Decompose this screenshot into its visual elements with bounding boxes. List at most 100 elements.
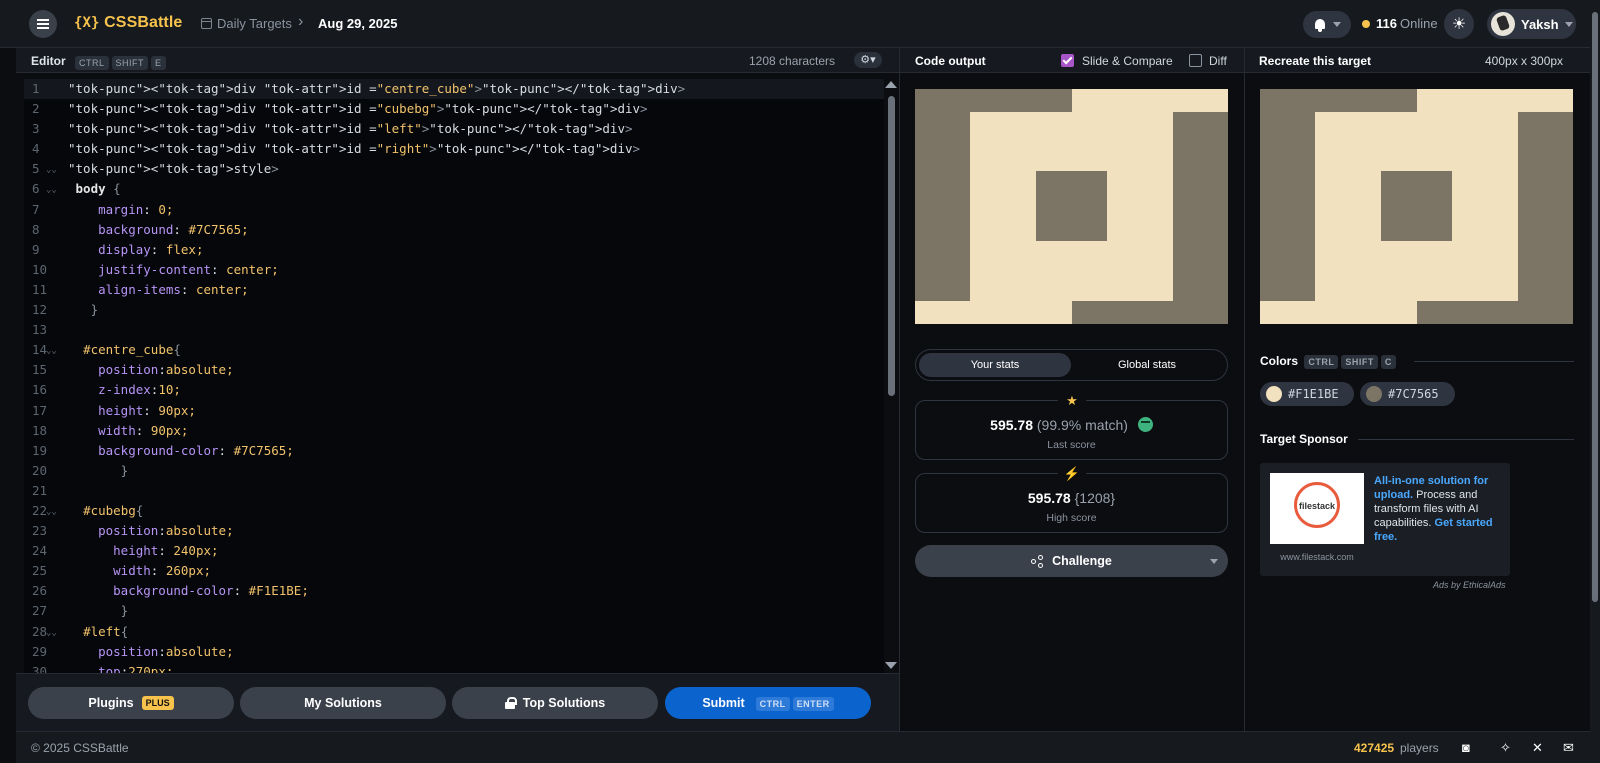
target-shape <box>1381 171 1452 241</box>
slide-compare-checkbox[interactable] <box>1061 54 1074 67</box>
challenge-button[interactable]: Challenge <box>915 545 1228 577</box>
x-icon[interactable]: ✕ <box>1532 740 1543 756</box>
line-number: 11 <box>32 281 48 297</box>
code-line[interactable]: 25 width: 260px; <box>24 561 884 581</box>
high-score-chars: {1208} <box>1074 490 1116 506</box>
line-number: 16 <box>32 382 48 398</box>
hamburger-menu-button[interactable] <box>29 10 57 38</box>
code-line[interactable]: 3 "tok-punc"><"tok-tag">div "tok-attr">id… <box>24 119 884 139</box>
fold-arrow-icon[interactable]: ⌄⌄ <box>46 502 57 522</box>
code-line[interactable]: 30 top:270px; <box>24 662 884 673</box>
code-line[interactable]: 26 background-color: #F1E1BE; <box>24 581 884 601</box>
code-line[interactable]: 21 <box>24 481 884 501</box>
code-line[interactable]: 11 align-items: center; <box>24 280 884 300</box>
ads-by-ethicalads[interactable]: Ads by EthicalAds <box>1433 580 1506 590</box>
code-line[interactable]: 18 width: 90px; <box>24 421 884 441</box>
code-text: z-index:10; <box>98 382 181 398</box>
fold-arrow-icon[interactable]: ⌄⌄ <box>46 160 57 180</box>
code-line[interactable]: 22 ⌄⌄ #cubebg{ <box>24 501 884 521</box>
code-line[interactable]: 28 ⌄⌄ #left{ <box>24 622 884 642</box>
code-line[interactable]: 29 position:absolute; <box>24 642 884 662</box>
code-line[interactable]: 9 display: flex; <box>24 240 884 260</box>
code-text: } <box>68 462 129 478</box>
submit-button[interactable]: Submit CTRL ENTER <box>665 687 871 719</box>
character-count: 1208 characters <box>749 54 836 68</box>
line-number: 3 <box>32 121 40 137</box>
sponsor-url[interactable]: www.filestack.com <box>1260 552 1374 562</box>
discord-icon[interactable]: ◙ <box>1462 740 1470 755</box>
mail-icon[interactable]: ✉ <box>1563 740 1574 756</box>
breadcrumb-daily-targets[interactable]: Daily Targets <box>217 16 292 31</box>
editor-settings-button[interactable]: ⚙▾ <box>854 52 882 68</box>
line-number: 7 <box>32 201 40 217</box>
code-line[interactable]: 13 <box>24 320 884 340</box>
code-line[interactable]: 1 "tok-punc"><"tok-tag">div "tok-attr">id… <box>24 79 884 100</box>
code-text: display: flex; <box>98 241 204 257</box>
chevron-down-icon[interactable] <box>1210 559 1218 564</box>
diff-checkbox[interactable] <box>1189 54 1202 67</box>
tab-global-stats[interactable]: Global stats <box>1071 353 1223 377</box>
code-text: margin: 0; <box>98 201 174 217</box>
code-text: width: 90px; <box>98 422 189 438</box>
code-line[interactable]: 2 "tok-punc"><"tok-tag">div "tok-attr">id… <box>24 99 884 119</box>
editor-footer: Plugins PLUS My Solutions Top Solutions … <box>16 673 899 731</box>
bluesky-icon[interactable]: ✧ <box>1500 740 1511 756</box>
high-score-value: 595.78 <box>1027 490 1071 506</box>
top-solutions-label: Top Solutions <box>522 696 606 710</box>
tab-your-stats[interactable]: Your stats <box>919 353 1071 377</box>
sponsor-ad[interactable]: filestack All-in-one solution for upload… <box>1260 463 1510 576</box>
color-chip-taupe[interactable]: #7C7565 <box>1360 382 1455 406</box>
code-line[interactable]: 5 ⌄⌄ "tok-punc"><"tok-tag">style> <box>24 159 884 179</box>
theme-toggle-button[interactable]: ☀ <box>1444 9 1474 39</box>
kbd-key: CTRL <box>1304 355 1339 369</box>
code-line[interactable]: 23 position:absolute; <box>24 521 884 541</box>
code-text: position:absolute; <box>98 362 234 378</box>
fold-arrow-icon[interactable]: ⌄⌄ <box>46 341 57 361</box>
code-text: "tok-punc"><"tok-tag">div "tok-attr">id … <box>68 81 686 96</box>
editor-toolbar: Editor CTRL SHIFT E 1208 characters ⚙▾ <box>16 48 899 73</box>
code-text: } <box>68 302 99 318</box>
kbd-key: CTRL <box>75 56 109 70</box>
notifications-button[interactable] <box>1303 11 1351 38</box>
code-output-preview[interactable] <box>915 89 1228 324</box>
editor-scrollbar-thumb[interactable] <box>888 96 895 396</box>
page-scrollbar-thumb[interactable] <box>1592 12 1598 602</box>
code-line[interactable]: 12 } <box>24 300 884 320</box>
code-line[interactable]: 7 margin: 0; <box>24 200 884 220</box>
code-line[interactable]: 20 } <box>24 461 884 481</box>
code-text: "tok-punc"><"tok-tag">div "tok-attr">id … <box>68 121 633 137</box>
last-score-match: (99.9% match) <box>1036 417 1128 433</box>
target-toolbar: Recreate this target 400px x 300px <box>1245 48 1600 73</box>
code-line[interactable]: 27 } <box>24 601 884 621</box>
page-footer: © 2025 CSSBattle 427425 players ◙ ✧ ✕ ✉ <box>16 731 1590 763</box>
my-solutions-button[interactable]: My Solutions <box>240 687 446 719</box>
challenge-label: Challenge <box>1052 554 1112 568</box>
code-line[interactable]: 17 height: 90px; <box>24 401 884 421</box>
code-line[interactable]: 6 ⌄⌄ body { <box>24 179 884 199</box>
code-line[interactable]: 16 z-index:10; <box>24 380 884 400</box>
top-solutions-button[interactable]: Top Solutions <box>452 687 658 719</box>
scroll-down-arrow-icon[interactable] <box>885 662 897 669</box>
color-hex: #F1E1BE <box>1288 387 1339 401</box>
last-score-value: 595.78 <box>990 417 1033 433</box>
code-line[interactable]: 24 height: 240px; <box>24 541 884 561</box>
online-status-dot <box>1362 20 1370 28</box>
code-line[interactable]: 10 justify-content: center; <box>24 260 884 280</box>
code-line[interactable]: 15 position:absolute; <box>24 360 884 380</box>
line-number: 30 <box>32 663 48 673</box>
code-line[interactable]: 19 background-color: #7C7565; <box>24 441 884 461</box>
logo[interactable]: {X} CSSBattle <box>74 14 182 32</box>
code-line[interactable]: 14 ⌄⌄ #centre_cube{ <box>24 340 884 360</box>
fold-arrow-icon[interactable]: ⌄⌄ <box>46 180 57 200</box>
line-number: 4 <box>32 141 40 157</box>
sponsor-text: All-in-one solution for upload. Process … <box>1374 474 1498 544</box>
code-line[interactable]: 8 background: #7C7565; <box>24 220 884 240</box>
line-number: 9 <box>32 241 40 257</box>
fold-arrow-icon[interactable]: ⌄⌄ <box>46 623 57 643</box>
scroll-up-arrow-icon[interactable] <box>885 81 897 88</box>
color-chip-cream[interactable]: #F1E1BE <box>1260 382 1354 406</box>
plugins-button[interactable]: Plugins PLUS <box>28 687 234 719</box>
code-line[interactable]: 4 "tok-punc"><"tok-tag">div "tok-attr">id… <box>24 139 884 159</box>
user-menu-button[interactable]: Yaksh <box>1487 9 1576 39</box>
code-editor[interactable]: 1 "tok-punc"><"tok-tag">div "tok-attr">id… <box>24 79 884 673</box>
